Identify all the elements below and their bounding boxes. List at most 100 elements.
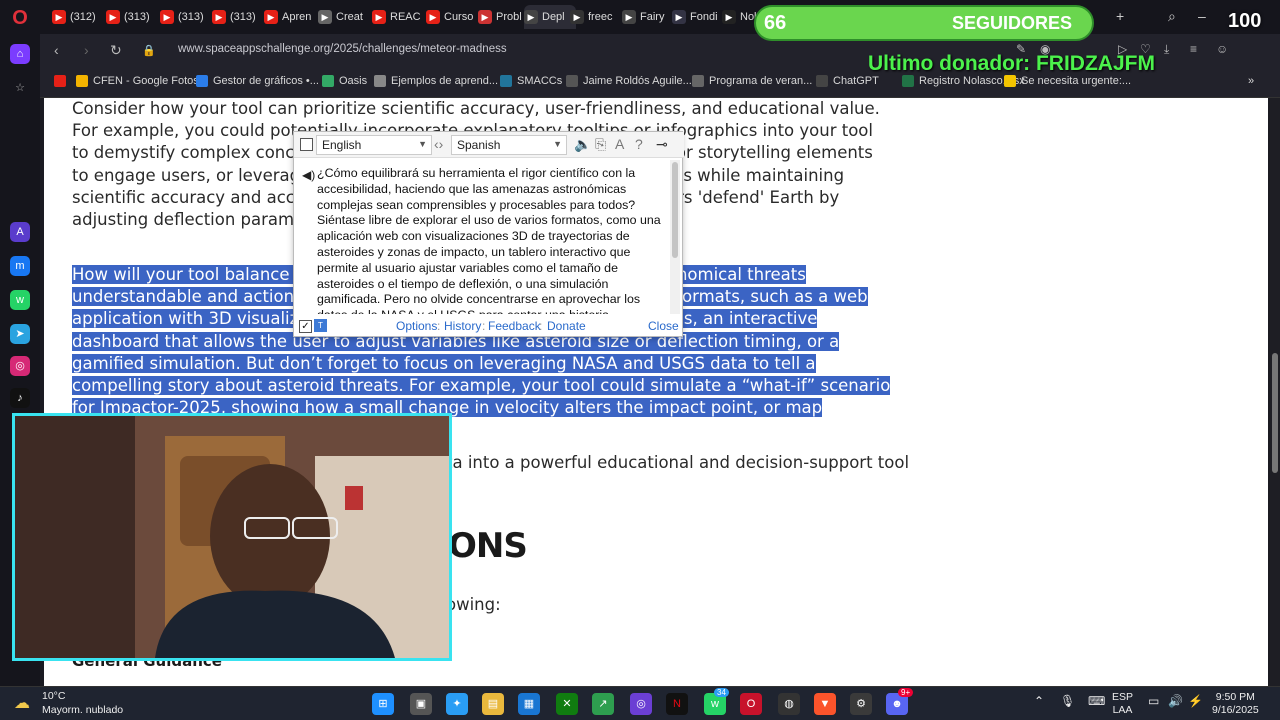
- download-icon[interactable]: ⤓: [1164, 42, 1169, 57]
- more-bookmarks-icon[interactable]: »: [1248, 75, 1254, 87]
- search-tabs-icon[interactable]: ⌕: [1168, 8, 1176, 25]
- scrollbar-thumb[interactable]: [1272, 353, 1278, 473]
- page-scrollbar[interactable]: [1270, 98, 1280, 686]
- history-link[interactable]: History: [444, 319, 481, 333]
- language-indicator[interactable]: ESP LAA: [1112, 691, 1133, 717]
- pen-icon: ▶: [318, 10, 332, 24]
- source-language-select[interactable]: English ▼: [316, 135, 432, 155]
- chart-app-icon[interactable]: ↗: [592, 693, 614, 715]
- telegram-icon[interactable]: ➤: [10, 324, 30, 344]
- speed-dial-icon[interactable]: ☆: [10, 78, 30, 98]
- speaker-icon[interactable]: ◀): [302, 168, 315, 182]
- tab-label: Curso: [444, 11, 474, 23]
- battery-icon[interactable]: ⚡: [1188, 695, 1203, 708]
- clock[interactable]: 9:50 PM 9/16/2025: [1212, 691, 1259, 717]
- pin-checkbox[interactable]: [300, 138, 313, 151]
- reload-icon[interactable]: ↻: [110, 42, 122, 59]
- page-icon: [374, 75, 386, 87]
- opera-logo-icon[interactable]: O: [8, 6, 32, 30]
- browser-tab[interactable]: ▶ Fairy: [622, 5, 674, 29]
- file-explorer-icon[interactable]: ▤: [482, 693, 504, 715]
- swap-languages-icon[interactable]: ‹›: [434, 136, 443, 152]
- wikipedia-icon: [566, 75, 578, 87]
- profile-icon[interactable]: ☺: [1216, 42, 1228, 56]
- options-link[interactable]: Options: [396, 319, 437, 333]
- youtube-icon: ▶: [160, 10, 174, 24]
- bookmark-item[interactable]: ChatGPT: [816, 75, 879, 87]
- browser-tab[interactable]: ▶ (313): [106, 5, 158, 29]
- help-icon[interactable]: ?: [635, 136, 643, 152]
- brave-icon[interactable]: ▼: [814, 693, 836, 715]
- target-language-select[interactable]: Spanish ▼: [451, 135, 567, 155]
- opera-taskbar-icon[interactable]: O: [740, 693, 762, 715]
- source-language-label: English: [322, 138, 362, 152]
- obs-icon[interactable]: ◍: [778, 693, 800, 715]
- app2-icon[interactable]: ⚙: [850, 693, 872, 715]
- discord-badge: 9+: [898, 688, 914, 697]
- pin-icon[interactable]: ⊸: [656, 136, 668, 153]
- xbox-icon[interactable]: ✕: [556, 693, 578, 715]
- bookmark-item[interactable]: Se necesita urgente:...: [1004, 75, 1131, 87]
- feedback-link[interactable]: Feedback: [488, 319, 541, 333]
- instagram-icon[interactable]: ◎: [10, 356, 30, 376]
- browser-tab[interactable]: ▶ freec: [570, 5, 622, 29]
- netflix-icon[interactable]: N: [666, 693, 688, 715]
- auto-translate-checkbox[interactable]: ✓: [299, 320, 312, 333]
- weather-description: Mayorm. nublado: [42, 704, 124, 716]
- copilot-icon[interactable]: ✦: [446, 693, 468, 715]
- bookmark-item[interactable]: [54, 75, 71, 87]
- home-icon[interactable]: ⌂: [10, 44, 30, 64]
- browser-tab[interactable]: ▶ (313): [160, 5, 212, 29]
- bookmark-item[interactable]: Ejemplos de aprend...: [374, 75, 498, 87]
- close-link[interactable]: Close: [648, 319, 679, 333]
- forward-icon[interactable]: ›: [84, 42, 89, 58]
- translate-logo-icon: T: [314, 319, 327, 332]
- url-field[interactable]: www.spaceappschallenge.org/2025/challeng…: [178, 43, 507, 55]
- volume-icon[interactable]: 🔊: [1168, 695, 1183, 708]
- bookmark-item[interactable]: Gestor de gráficos •...: [196, 75, 319, 87]
- start-icon[interactable]: ⊞: [372, 693, 394, 715]
- task-view-icon[interactable]: ▣: [410, 693, 432, 715]
- browser-tab[interactable]: ▶ Probl: [478, 5, 530, 29]
- tab-label: (312): [70, 11, 96, 23]
- menu-icon[interactable]: ≡: [1190, 42, 1197, 56]
- messenger-icon[interactable]: m: [10, 256, 30, 276]
- store-icon[interactable]: ▦: [518, 693, 540, 715]
- browser-tab[interactable]: ▶ (313): [212, 5, 264, 29]
- new-tab-icon[interactable]: +: [1116, 8, 1124, 24]
- bookmark-item[interactable]: Programa de veran...: [692, 75, 812, 87]
- bookmark-label: CFEN - Google Fotos: [93, 75, 199, 87]
- back-icon[interactable]: ‹: [54, 42, 59, 58]
- network-icon[interactable]: ▭: [1148, 695, 1159, 708]
- show-hidden-icon[interactable]: ⌃: [1034, 695, 1044, 708]
- donate-link[interactable]: Donate: [547, 319, 586, 333]
- bookmark-label: SMACCs: [517, 75, 563, 87]
- wordpress-icon: [500, 75, 512, 87]
- font-size-icon[interactable]: A: [615, 136, 624, 152]
- bookmark-icon: ▶: [478, 10, 492, 24]
- popup-scrollbar[interactable]: [670, 160, 680, 314]
- browser-tab[interactable]: ▶ Fondi: [672, 5, 724, 29]
- bookmark-item[interactable]: Oasis: [322, 75, 367, 87]
- browser-tab[interactable]: ▶ (312): [52, 5, 104, 29]
- weather-widget[interactable]: 10°C Mayorm. nublado: [42, 689, 123, 717]
- bookmark-item[interactable]: SMACCs: [500, 75, 562, 87]
- browser-tab[interactable]: ▶ Curso: [426, 5, 478, 29]
- browser-tab[interactable]: ▶ Apren: [264, 5, 316, 29]
- bookmark-item[interactable]: Jaime Roldós Aguile...: [566, 75, 692, 87]
- listen-icon[interactable]: 🔈: [574, 136, 591, 153]
- keyboard-icon[interactable]: ⌨: [1088, 695, 1105, 708]
- copy-icon[interactable]: ⎘: [595, 136, 606, 153]
- tiktok-icon[interactable]: ♪: [10, 388, 30, 408]
- browser-tab[interactable]: ▶ Creat: [318, 5, 370, 29]
- lock-icon: 🔒: [142, 45, 156, 57]
- browser-tab[interactable]: ▶ REAC: [372, 5, 424, 29]
- app-icon[interactable]: ◎: [630, 693, 652, 715]
- popup-scrollbar-thumb[interactable]: [672, 162, 678, 258]
- aria-icon[interactable]: A: [10, 222, 30, 242]
- whatsapp-icon[interactable]: w: [10, 290, 30, 310]
- bookmark-item[interactable]: CFEN - Google Fotos: [76, 75, 199, 87]
- minimize-icon[interactable]: –: [1198, 8, 1206, 24]
- microphone-icon[interactable]: 🎙: [1060, 695, 1075, 708]
- browser-tab[interactable]: ▶ Depl: [524, 5, 576, 29]
